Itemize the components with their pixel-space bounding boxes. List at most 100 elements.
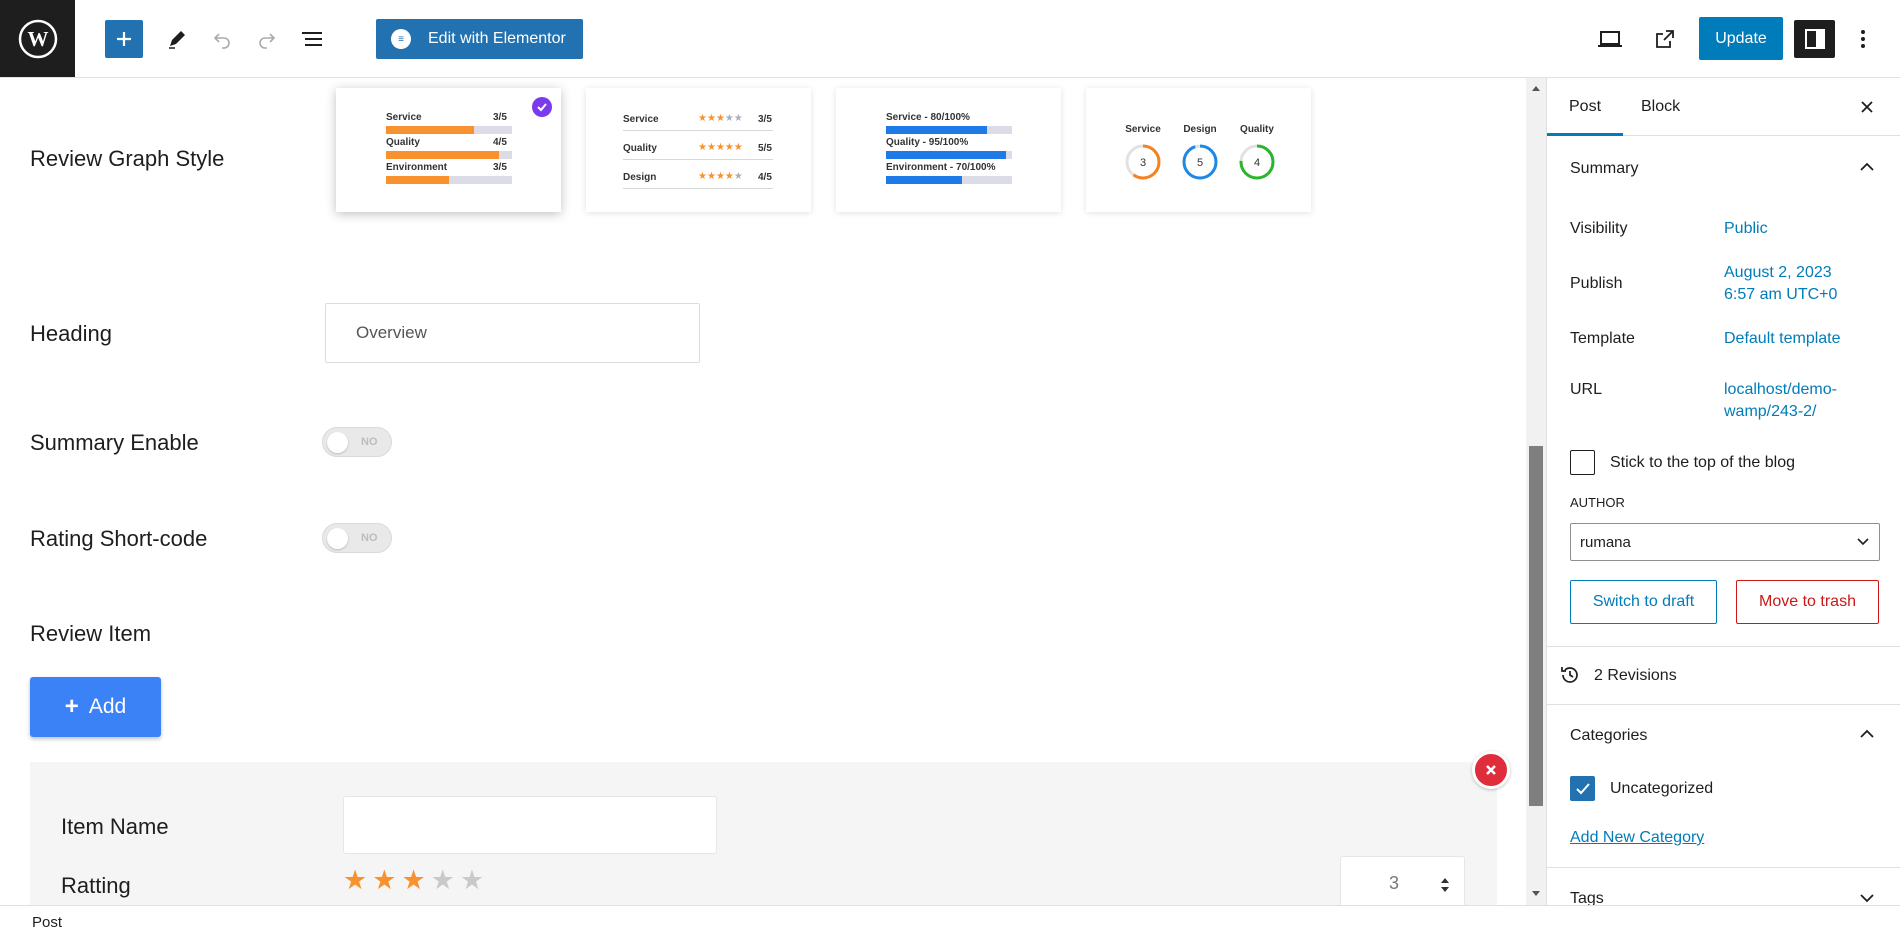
rating-star-icon[interactable]: ★ bbox=[401, 865, 425, 896]
revisions-link[interactable]: 2 Revisions bbox=[1594, 667, 1677, 685]
mini-value: 4/5 bbox=[758, 172, 772, 183]
rating-star-icon[interactable]: ★ bbox=[460, 865, 484, 896]
category-checkbox-uncategorized[interactable] bbox=[1570, 776, 1595, 801]
toggle-state: NO bbox=[361, 532, 378, 544]
ring-label: Quality bbox=[1240, 124, 1274, 135]
edit-with-elementor-button[interactable]: ≡ Edit with Elementor bbox=[376, 19, 583, 59]
mini-label: Service - 80/100% bbox=[886, 112, 970, 123]
mini-star: ★ bbox=[724, 142, 734, 153]
add-new-category-link[interactable]: Add New Category bbox=[1570, 829, 1704, 847]
scroll-down-icon[interactable] bbox=[1531, 890, 1541, 898]
redo-button[interactable] bbox=[248, 20, 286, 58]
mini-underline bbox=[623, 130, 773, 131]
author-select[interactable]: rumana bbox=[1570, 523, 1880, 561]
selected-check-icon bbox=[532, 97, 552, 117]
update-button[interactable]: Update bbox=[1699, 17, 1783, 60]
rating-star-icon[interactable]: ★ bbox=[343, 865, 367, 896]
breadcrumb-post[interactable]: Post bbox=[32, 914, 62, 931]
rating-stars[interactable]: ★ ★ ★ ★ ★ bbox=[343, 865, 484, 896]
rating-star-icon[interactable]: ★ bbox=[372, 865, 396, 896]
graph-style-option-stars[interactable]: Service ★★★★★ 3/5 Quality ★★★★★ 5/5 Design ★★★★… bbox=[586, 88, 811, 212]
tab-post[interactable]: Post bbox=[1569, 98, 1601, 116]
rating-star-icon[interactable]: ★ bbox=[431, 865, 455, 896]
mini-underline bbox=[623, 188, 773, 189]
close-icon[interactable] bbox=[1860, 100, 1874, 114]
mini-star: ★ bbox=[724, 171, 734, 182]
mini-label: Design bbox=[623, 172, 657, 183]
chevron-down-icon bbox=[1857, 538, 1869, 546]
publish-time: 6:57 am UTC+0 bbox=[1724, 286, 1838, 303]
rating-shortcode-toggle[interactable]: NO bbox=[322, 523, 392, 553]
item-name-label: Item Name bbox=[61, 814, 169, 839]
category-label: Uncategorized bbox=[1610, 780, 1714, 797]
review-item-label: Review Item bbox=[30, 621, 152, 646]
graph-style-option-percent[interactable]: Service - 80/100% Quality - 95/100% Enviro… bbox=[836, 88, 1061, 212]
list-view-button[interactable] bbox=[293, 20, 331, 58]
divider bbox=[1547, 646, 1900, 647]
template-value[interactable]: Default template bbox=[1724, 328, 1841, 350]
sidebar-tabs: Post Block bbox=[1547, 78, 1900, 136]
graph-style-option-bars[interactable]: Service 3/5 Quality 4/5 Environment 3/5 bbox=[336, 88, 561, 212]
mini-value: 4/5 bbox=[493, 137, 507, 148]
sticky-checkbox[interactable] bbox=[1570, 450, 1595, 475]
score-ring: 4 bbox=[1239, 144, 1275, 180]
switch-to-draft-button[interactable]: Switch to draft bbox=[1570, 580, 1717, 624]
graph-style-option-rings[interactable]: Service 3 Design 5 Quality 4 bbox=[1086, 88, 1311, 212]
tools-button[interactable] bbox=[158, 20, 196, 58]
add-review-item-button[interactable]: + Add bbox=[30, 677, 161, 737]
url-line-2: wamp/243-2/ bbox=[1724, 403, 1817, 420]
tab-block[interactable]: Block bbox=[1641, 98, 1680, 116]
preview-button[interactable] bbox=[1591, 20, 1629, 58]
scroll-up-icon[interactable] bbox=[1531, 84, 1541, 92]
mini-star: ★ bbox=[715, 142, 725, 153]
add-block-button[interactable] bbox=[105, 20, 143, 58]
summary-enable-label: Summary Enable bbox=[30, 430, 199, 455]
mini-value: 3/5 bbox=[493, 112, 507, 123]
graph-style-label: Review Graph Style bbox=[30, 146, 225, 171]
categories-panel-title[interactable]: Categories bbox=[1570, 727, 1647, 745]
undo-button[interactable] bbox=[203, 20, 241, 58]
move-to-trash-button[interactable]: Move to trash bbox=[1736, 580, 1879, 624]
history-icon bbox=[1561, 667, 1578, 683]
publish-label: Publish bbox=[1570, 275, 1623, 292]
view-post-button[interactable] bbox=[1646, 20, 1684, 58]
redo-icon bbox=[259, 33, 276, 49]
chevron-up-icon[interactable] bbox=[1860, 729, 1874, 739]
mini-star: ★ bbox=[715, 171, 725, 182]
wordpress-icon[interactable]: W bbox=[0, 0, 75, 77]
rating-number-input[interactable]: 3 bbox=[1340, 856, 1465, 905]
svg-text:4: 4 bbox=[1254, 157, 1260, 169]
laptop-icon bbox=[1598, 31, 1622, 47]
heading-input[interactable] bbox=[325, 303, 700, 363]
chevron-up-icon[interactable] bbox=[1860, 162, 1874, 172]
publish-date: August 2, 2023 bbox=[1724, 264, 1832, 281]
summary-enable-toggle[interactable]: NO bbox=[322, 427, 392, 457]
rating-label: Ratting bbox=[61, 873, 131, 898]
elementor-icon: ≡ bbox=[391, 29, 411, 49]
mini-bar-track bbox=[886, 126, 1012, 134]
mini-label: Service bbox=[623, 114, 659, 125]
url-link[interactable]: localhost/demo- wamp/243-2/ bbox=[1724, 379, 1837, 423]
publish-date-link[interactable]: August 2, 2023 6:57 am UTC+0 bbox=[1724, 262, 1837, 306]
mini-bar-fill bbox=[886, 151, 1006, 159]
visibility-value[interactable]: Public bbox=[1724, 218, 1768, 240]
tags-panel-title[interactable]: Tags bbox=[1570, 890, 1604, 905]
mini-label: Environment bbox=[386, 162, 448, 173]
review-item-panel bbox=[30, 762, 1497, 905]
mini-label: Quality bbox=[386, 137, 420, 148]
options-button[interactable] bbox=[1844, 20, 1882, 58]
url-line-1: localhost/demo- bbox=[1724, 381, 1837, 398]
scroll-thumb[interactable] bbox=[1529, 446, 1543, 806]
mini-label: Quality - 95/100% bbox=[886, 137, 969, 148]
close-icon bbox=[1486, 765, 1496, 775]
settings-toggle-button[interactable] bbox=[1794, 20, 1835, 58]
spinner-arrows-icon[interactable] bbox=[1440, 877, 1450, 893]
plus-icon: + bbox=[64, 693, 79, 720]
item-name-input[interactable] bbox=[343, 796, 717, 854]
content-scrollbar[interactable] bbox=[1526, 78, 1546, 905]
mini-star: ★ bbox=[715, 113, 725, 124]
chevron-down-icon[interactable] bbox=[1860, 893, 1874, 903]
summary-panel-title[interactable]: Summary bbox=[1570, 160, 1638, 178]
remove-item-button[interactable] bbox=[1472, 751, 1510, 789]
checkmark-icon bbox=[1575, 782, 1590, 794]
